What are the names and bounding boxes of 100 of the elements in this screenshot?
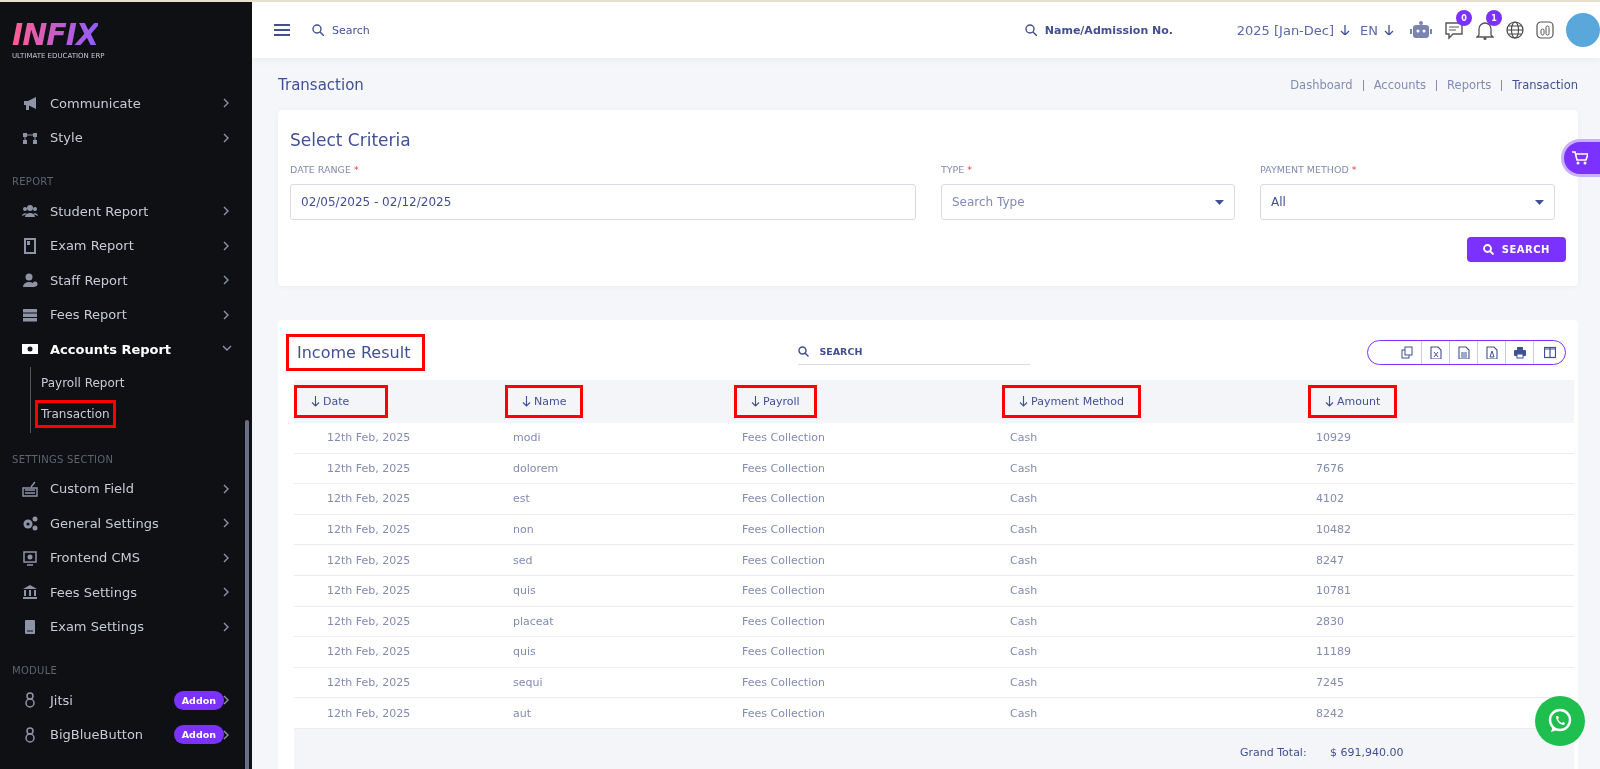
table-cell: quis xyxy=(513,584,536,598)
required-mark: * xyxy=(353,164,359,175)
message-count-badge: 0 xyxy=(1456,10,1472,26)
table-cell: Fees Collection xyxy=(742,706,825,720)
menu-icon[interactable] xyxy=(274,24,290,36)
form-icon xyxy=(22,480,38,497)
robot-icon[interactable] xyxy=(1410,21,1432,39)
gears-icon xyxy=(22,515,38,532)
table-cell: Fees Collection xyxy=(742,676,825,690)
total-label: Grand Total: xyxy=(1240,746,1308,760)
date-range-field[interactable]: 02/05/2025 - 02/12/2025 xyxy=(290,184,916,220)
sidebar-item[interactable]: Exam Settings xyxy=(0,609,252,644)
table-cell: Cash xyxy=(1010,676,1038,690)
table-cell: 2830 xyxy=(1316,614,1344,628)
chat-bubble-icon xyxy=(1547,708,1573,734)
table-cell: Fees Collection xyxy=(742,645,825,659)
sidebar-item[interactable]: Style xyxy=(0,120,252,155)
sidebar-item[interactable]: Jitsi Addon xyxy=(0,683,252,718)
table-cell: 4102 xyxy=(1316,492,1344,506)
table-cell: quis xyxy=(513,645,536,659)
user-icon xyxy=(22,272,38,289)
globe-icon[interactable] xyxy=(1506,21,1524,39)
table-cell: 12th Feb, 2025 xyxy=(327,523,411,537)
sidebar-item[interactable]: Student Report xyxy=(0,194,252,229)
table-cell: Cash xyxy=(1010,553,1038,567)
column-header[interactable]: Amount xyxy=(1308,385,1398,418)
table-cell: 11189 xyxy=(1316,645,1351,659)
search-field[interactable]: Search xyxy=(330,22,454,38)
copy-icon xyxy=(1401,345,1413,359)
table-cell: Cash xyxy=(1010,492,1038,506)
bank-icon xyxy=(22,584,38,601)
table-cell: 12th Feb, 2025 xyxy=(327,431,411,445)
table-cell: Fees Collection xyxy=(742,553,825,567)
document-icon xyxy=(1457,345,1470,359)
table-cell: Fees Collection xyxy=(742,461,825,475)
total-value: $ 691,940.00 xyxy=(1330,746,1404,760)
sidebar-item[interactable]: Fees Report xyxy=(0,297,252,332)
table-cell: 12th Feb, 2025 xyxy=(327,492,411,506)
table-cell: Cash xyxy=(1010,614,1038,628)
columns-icon xyxy=(1543,345,1556,359)
table-cell: aut xyxy=(513,706,532,720)
student-search-field[interactable]: Name/Admission No. xyxy=(1042,22,1197,38)
breadcrumb-link[interactable]: Transaction xyxy=(1501,79,1578,91)
language-select[interactable]: EN xyxy=(1360,22,1378,38)
scrollbar-thumb[interactable] xyxy=(245,420,249,769)
table-cell: dolorem xyxy=(513,461,559,475)
sidebar-item[interactable]: Staff Report xyxy=(0,263,252,298)
sidebar-item[interactable]: BigBlueButton Addon xyxy=(0,717,252,752)
down-arrow-icon xyxy=(1325,396,1334,407)
cart-icon xyxy=(1572,151,1588,165)
sidebar-item[interactable]: Custom Field xyxy=(0,471,252,506)
notification-count-badge: 1 xyxy=(1486,10,1502,26)
column-header[interactable]: Payroll xyxy=(734,385,817,418)
sidebar-item[interactable]: Exam Report xyxy=(0,228,252,263)
chat-icon[interactable] xyxy=(1444,20,1464,40)
submenu-item[interactable]: Payroll Report xyxy=(35,368,131,397)
column-header[interactable]: Name xyxy=(505,385,584,418)
sidebar-item[interactable]: Communicate xyxy=(0,86,252,121)
pdf-file-icon xyxy=(1485,345,1498,359)
megaphone-icon xyxy=(22,95,38,112)
submenu-item[interactable]: Transaction xyxy=(35,399,116,428)
search-icon xyxy=(312,24,324,36)
caret-icon xyxy=(1535,199,1544,205)
column-header[interactable]: Date xyxy=(294,385,389,418)
monitor-icon xyxy=(22,549,38,566)
table-cell: Cash xyxy=(1010,584,1038,598)
field-label: PAYMENT METHOD xyxy=(1260,164,1349,175)
table-cell: 12th Feb, 2025 xyxy=(327,706,411,720)
table-cell: Cash xyxy=(1010,461,1038,475)
table-cell: non xyxy=(513,523,534,537)
chart-icon[interactable] xyxy=(1536,21,1554,39)
table-cell: Fees Collection xyxy=(742,614,825,628)
table-cell: Cash xyxy=(1010,523,1038,537)
down-arrow-icon xyxy=(1019,396,1028,407)
sidebar-item[interactable]: General Settings xyxy=(0,506,252,541)
select-field[interactable]: All xyxy=(1260,184,1555,220)
table-cell: 12th Feb, 2025 xyxy=(327,614,411,628)
table-cell: 8242 xyxy=(1316,706,1344,720)
search-icon xyxy=(1024,24,1037,36)
bell-icon[interactable] xyxy=(1476,20,1494,40)
field-label: TYPE xyxy=(941,164,965,175)
sidebar-item[interactable]: Fees Settings xyxy=(0,575,252,610)
cart-button[interactable] xyxy=(1564,142,1600,174)
session-select[interactable]: 2025 [Jan-Dec] xyxy=(1236,22,1335,38)
table-cell: 12th Feb, 2025 xyxy=(327,461,411,475)
caret-icon xyxy=(1215,199,1224,205)
search-button[interactable]: SEARCH xyxy=(1466,237,1566,262)
table-search-field[interactable]: SEARCH xyxy=(817,345,1022,358)
sidebar-item[interactable]: Frontend CMS xyxy=(0,540,252,575)
select-field[interactable]: Search Type xyxy=(941,184,1235,220)
table-cell: Fees Collection xyxy=(742,584,825,598)
sidebar-item[interactable]: Accounts Report xyxy=(0,332,252,367)
avatar[interactable] xyxy=(1566,13,1600,47)
down-arrow-icon xyxy=(1384,25,1394,35)
table-cell: 7245 xyxy=(1316,676,1344,690)
table-cell: modi xyxy=(513,431,541,445)
addon-badge: Addon xyxy=(173,690,224,710)
table-cell: 12th Feb, 2025 xyxy=(327,584,411,598)
spreadsheet-file-icon xyxy=(1429,345,1442,359)
column-header[interactable]: Payment Method xyxy=(1002,385,1141,418)
